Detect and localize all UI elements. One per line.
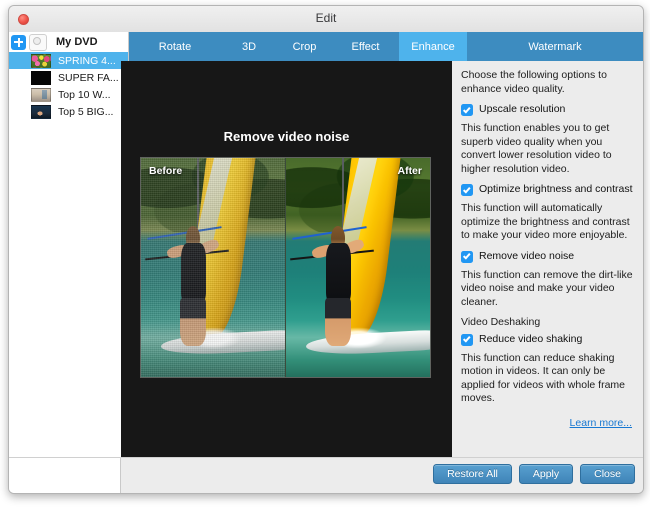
noise-overlay	[141, 158, 285, 377]
option-upscale-resolution[interactable]: Upscale resolution	[461, 103, 634, 116]
options-intro: Choose the following options to enhance …	[461, 69, 607, 95]
tab-3d[interactable]: 3D	[221, 32, 277, 61]
after-label: After	[397, 165, 422, 177]
sidebar-item-thumbnail	[31, 53, 51, 68]
tab-watermark[interactable]: Watermark	[467, 32, 643, 61]
sidebar-item[interactable]: SPRING 4...	[9, 52, 128, 69]
option-description: This function enables you to get superb …	[461, 122, 612, 175]
after-scene	[286, 158, 430, 377]
window-title: Edit	[315, 11, 337, 25]
option-label: Remove video noise	[479, 249, 575, 262]
title-bar: Edit	[9, 6, 643, 33]
footer-sidebar-fill	[9, 458, 121, 493]
plus-icon[interactable]	[11, 34, 26, 50]
checkbox-remove-video-noise[interactable]	[461, 250, 473, 263]
sidebar-item-label: SUPER FA...	[58, 71, 119, 84]
footer-bar: Restore All Apply Close	[9, 457, 643, 493]
tab-bar: Rotate 3D Crop Effect Enhance Watermark	[129, 32, 643, 61]
video-deshaking-section-label: Video Deshaking	[461, 316, 541, 328]
option-remove-video-noise[interactable]: Remove video noise	[461, 250, 634, 263]
sidebar-item[interactable]: Top 5 BIG...	[9, 103, 128, 120]
sidebar-item-label: Top 5 BIG...	[58, 105, 114, 118]
checkbox-upscale-resolution[interactable]	[461, 104, 473, 116]
preview-area: Remove video noise Before After	[121, 61, 452, 459]
before-image: Before	[141, 158, 285, 377]
footer-buttons: Restore All Apply Close	[426, 464, 635, 484]
sidebar-list: SPRING 4... SUPER FA... Top 10 W... Top 5 B…	[9, 52, 128, 120]
before-label: Before	[149, 165, 183, 177]
sidebar: My DVD SPRING 4... SUPER FA... Top 10 W...…	[9, 32, 129, 457]
sidebar-item-label: Top 10 W...	[58, 88, 111, 101]
sidebar-item[interactable]: SUPER FA...	[9, 69, 128, 86]
window-body: My DVD SPRING 4... SUPER FA... Top 10 W...…	[9, 32, 643, 493]
close-button[interactable]: Close	[580, 464, 635, 484]
sidebar-item-thumbnail	[31, 70, 51, 85]
preview-title: Remove video noise	[223, 129, 350, 144]
after-image: After	[285, 158, 430, 377]
before-after-preview: Before After	[140, 157, 431, 378]
options-list: Upscale resolution This function enables …	[461, 103, 634, 309]
restore-all-button[interactable]: Restore All	[433, 464, 512, 484]
learn-more-link[interactable]: Learn more...	[461, 413, 634, 431]
tab-crop[interactable]: Crop	[277, 32, 332, 61]
tab-enhance[interactable]: Enhance	[399, 32, 467, 61]
edit-window: Edit My DVD SPRING 4... SUPER FA... Top 10…	[8, 5, 644, 494]
enhance-options-panel: Choose the following options to enhance …	[452, 61, 643, 459]
checkbox-reduce-video-shaking[interactable]	[461, 333, 473, 346]
option-reduce-video-shaking[interactable]: Reduce video shaking	[461, 333, 634, 346]
option-label: Upscale resolution	[479, 103, 566, 115]
option-label: Reduce video shaking	[479, 332, 583, 345]
apply-button[interactable]: Apply	[518, 464, 574, 484]
tab-effect[interactable]: Effect	[332, 32, 399, 61]
sidebar-item-thumbnail	[31, 87, 51, 102]
option-optimize-brightness-and-contrast[interactable]: Optimize brightness and contrast	[461, 183, 634, 196]
sidebar-item-label: SPRING 4...	[58, 54, 116, 67]
sidebar-item-thumbnail	[31, 104, 51, 119]
screenshot-root: Edit My DVD SPRING 4... SUPER FA... Top 10…	[0, 0, 650, 507]
tab-rotate[interactable]: Rotate	[129, 32, 221, 61]
sidebar-header: My DVD	[9, 32, 128, 52]
option-description: This function can reduce shaking motion …	[461, 351, 626, 405]
checkbox-optimize-brightness-and-contrast[interactable]	[461, 184, 473, 196]
option-description: This function can remove the dirt-like v…	[461, 268, 633, 308]
option-label: Optimize brightness and contrast	[479, 183, 633, 195]
option-description: This function will automatically optimiz…	[461, 202, 630, 241]
sidebar-item[interactable]: Top 10 W...	[9, 86, 128, 103]
learn-more-label[interactable]: Learn more...	[570, 417, 632, 429]
disc-icon[interactable]	[29, 33, 47, 51]
sidebar-header-label: My DVD	[56, 36, 98, 48]
